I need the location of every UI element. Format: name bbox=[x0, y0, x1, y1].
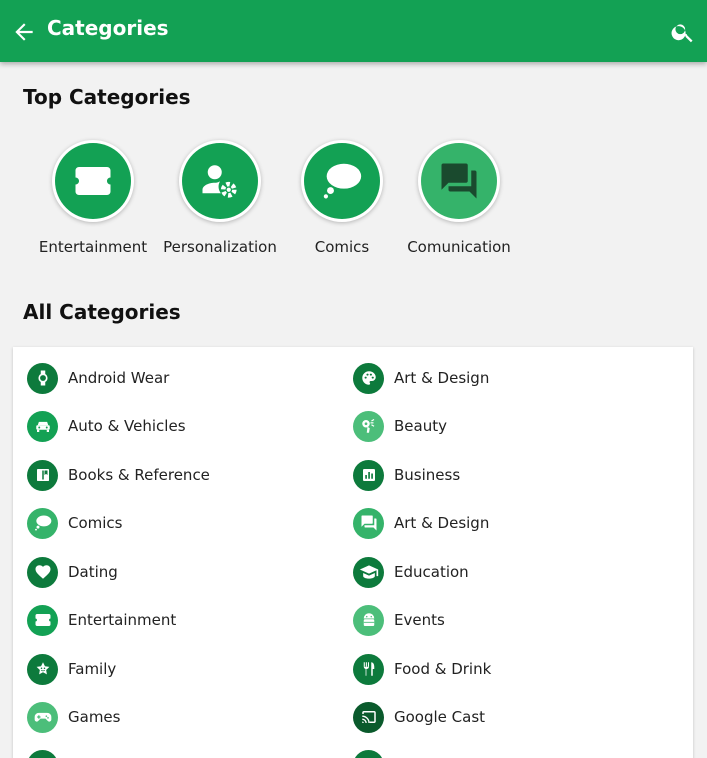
ticket-icon bbox=[75, 167, 111, 195]
hair-dryer-icon bbox=[353, 410, 384, 442]
category-google-cast[interactable]: Google Cast bbox=[353, 701, 485, 733]
arrow-back-icon[interactable] bbox=[11, 19, 37, 45]
category-icon bbox=[27, 749, 58, 758]
category-education[interactable]: Education bbox=[353, 556, 469, 588]
top-category-label: Personalization bbox=[163, 238, 277, 256]
category-books-reference[interactable]: Books & Reference bbox=[27, 459, 210, 491]
thought-bubble-icon bbox=[323, 163, 362, 199]
category-label: Education bbox=[394, 563, 469, 581]
category-entertainment[interactable]: Entertainment bbox=[27, 604, 176, 636]
ticket-icon bbox=[27, 604, 58, 636]
category-art-design-2[interactable]: Art & Design bbox=[353, 507, 489, 539]
category-label: Business bbox=[394, 466, 461, 484]
page-title: Categories bbox=[47, 16, 169, 40]
category-games[interactable]: Games bbox=[27, 701, 120, 733]
category-label: Beauty bbox=[394, 417, 447, 435]
category-icon bbox=[353, 749, 384, 758]
category-label: Events bbox=[394, 611, 445, 629]
category-art-design[interactable]: Art & Design bbox=[353, 362, 489, 394]
category-events[interactable]: Events bbox=[353, 604, 445, 636]
palette-icon bbox=[353, 362, 384, 394]
category-label: Art & Design bbox=[394, 514, 490, 532]
category-android-wear[interactable]: Android Wear bbox=[27, 362, 169, 394]
top-category-comics[interactable]: Comics bbox=[277, 140, 407, 256]
category-partial[interactable] bbox=[353, 749, 384, 758]
top-category-circle bbox=[301, 140, 383, 222]
top-category-personalization[interactable]: Personalization bbox=[155, 140, 285, 256]
thought-bubble-icon bbox=[27, 507, 58, 539]
category-label: Google Cast bbox=[394, 708, 486, 726]
all-categories-card: Android Wear Auto & Vehicles Books & Ref… bbox=[13, 347, 693, 758]
car-icon bbox=[27, 410, 58, 442]
search-icon[interactable] bbox=[670, 19, 696, 45]
top-category-comunication[interactable]: Comunication bbox=[394, 140, 524, 256]
top-category-circle bbox=[52, 140, 134, 222]
forum-icon bbox=[441, 163, 477, 199]
category-label: Food & Drink bbox=[394, 660, 492, 678]
category-label: Art & Design bbox=[394, 369, 490, 387]
category-label: Books & Reference bbox=[68, 466, 210, 484]
top-category-circle bbox=[179, 140, 261, 222]
family-icon bbox=[27, 653, 58, 685]
category-label: Games bbox=[68, 708, 121, 726]
all-categories-heading: All Categories bbox=[23, 300, 181, 324]
cutlery-icon bbox=[353, 653, 384, 685]
category-comics[interactable]: Comics bbox=[27, 507, 123, 539]
bar-chart-icon bbox=[353, 459, 384, 491]
forum-icon bbox=[353, 507, 384, 539]
app-bar: Categories bbox=[0, 0, 707, 62]
category-label: Auto & Vehicles bbox=[68, 417, 186, 435]
gamepad-icon bbox=[27, 701, 58, 733]
category-beauty[interactable]: Beauty bbox=[353, 410, 447, 442]
book-icon bbox=[27, 459, 58, 491]
android-icon bbox=[353, 604, 384, 636]
school-icon bbox=[353, 556, 384, 588]
top-categories-heading: Top Categories bbox=[23, 85, 191, 109]
top-category-circle bbox=[418, 140, 500, 222]
watch-icon bbox=[27, 362, 58, 394]
category-dating[interactable]: Dating bbox=[27, 556, 118, 588]
person-gear-icon bbox=[202, 165, 237, 198]
category-label: Android Wear bbox=[68, 369, 170, 387]
top-category-label: Comunication bbox=[407, 238, 511, 256]
top-category-label: Entertainment bbox=[38, 238, 148, 256]
category-label: Family bbox=[68, 660, 117, 678]
category-auto-vehicles[interactable]: Auto & Vehicles bbox=[27, 410, 186, 442]
category-label: Dating bbox=[68, 563, 118, 581]
category-business[interactable]: Business bbox=[353, 459, 460, 491]
top-category-entertainment[interactable]: Entertainment bbox=[28, 140, 158, 256]
category-label: Comics bbox=[68, 514, 123, 532]
heart-icon bbox=[27, 556, 58, 588]
category-partial[interactable] bbox=[27, 749, 58, 758]
top-category-label: Comics bbox=[314, 238, 370, 256]
category-label: Entertainment bbox=[68, 611, 177, 629]
cast-icon bbox=[353, 701, 384, 733]
category-family[interactable]: Family bbox=[27, 653, 116, 685]
category-food-drink[interactable]: Food & Drink bbox=[353, 653, 491, 685]
